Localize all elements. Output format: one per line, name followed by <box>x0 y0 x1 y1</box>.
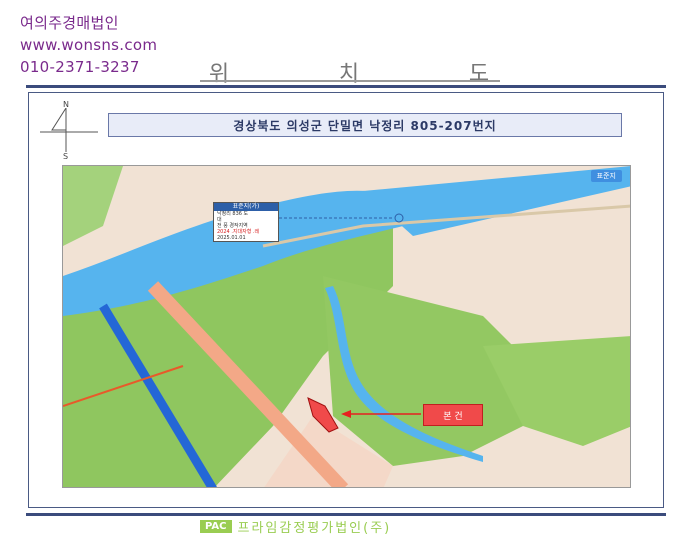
subject-label: 본 건 <box>423 404 483 426</box>
callout-header: 표준지(가) <box>214 203 278 211</box>
frame-bottom-rule <box>26 513 666 516</box>
company-logo: PAC <box>200 520 232 533</box>
title-char-3: 도 <box>468 62 492 87</box>
address-banner: 경상북도 의성군 단밀면 낙정리 805-207번지 <box>108 113 622 137</box>
title-char-1: 위 <box>208 62 232 87</box>
title-char-2: 치 <box>338 62 362 87</box>
watermark-phone: 010-2371-3237 <box>20 58 140 76</box>
map-graphic <box>63 166 630 487</box>
footer-company: 프라임감정평가법인(주) <box>237 521 392 536</box>
reference-point <box>394 213 404 223</box>
callout-line: 2025.01.01 <box>217 235 246 241</box>
location-map: 표준지 표준지(가) 낙정리 836 도 대 전 풍 경작지역 2024 .지대… <box>62 165 631 488</box>
watermark-company: 여의주경매법인 <box>20 14 119 32</box>
compass-icon <box>40 108 98 152</box>
watermark-website: www.wonsns.com <box>20 36 158 54</box>
reference-callout: 표준지(가) 낙정리 836 도 대 전 풍 경작지역 2024 .지대자형 .… <box>213 202 279 242</box>
footer: PAC 프라임감정평가법인(주) <box>200 517 391 536</box>
document-title: 위 치 도 <box>200 56 500 88</box>
title-underline <box>200 80 500 82</box>
compass-south-label: S <box>63 152 69 161</box>
map-badge: 표준지 <box>590 170 622 182</box>
frame-top-rule <box>26 85 666 88</box>
